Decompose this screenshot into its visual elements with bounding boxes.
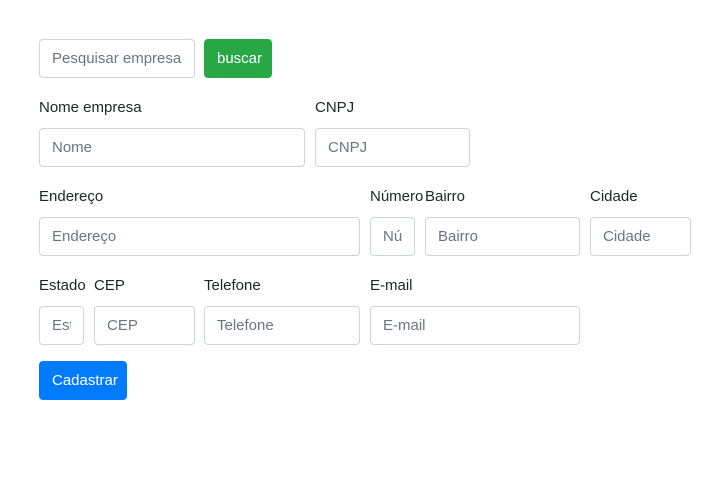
phone-input[interactable] — [204, 306, 360, 345]
neighborhood-input[interactable] — [425, 217, 580, 256]
company-name-label: Nome empresa — [39, 99, 142, 116]
register-button[interactable]: Cadastrar — [39, 361, 127, 400]
phone-label: Telefone — [204, 277, 261, 294]
address-input[interactable] — [39, 217, 360, 256]
company-name-input[interactable] — [39, 128, 305, 167]
city-input[interactable] — [590, 217, 691, 256]
search-company-input[interactable] — [39, 39, 195, 78]
address-label: Endereço — [39, 188, 104, 205]
cnpj-input[interactable] — [315, 128, 470, 167]
cnpj-label: CNPJ — [315, 99, 355, 116]
company-register-page: buscar Nome empresa CNPJ Endereço Número… — [0, 0, 709, 486]
state-input[interactable] — [39, 306, 84, 345]
state-label: Estado — [39, 277, 86, 294]
email-input[interactable] — [370, 306, 580, 345]
cep-label: CEP — [94, 277, 125, 294]
cep-input[interactable] — [94, 306, 195, 345]
number-label: Número — [370, 188, 424, 205]
city-label: Cidade — [590, 188, 638, 205]
neighborhood-label: Bairro — [425, 188, 466, 205]
number-input[interactable] — [370, 217, 415, 256]
email-label: E-mail — [370, 277, 413, 294]
search-button[interactable]: buscar — [204, 39, 272, 78]
